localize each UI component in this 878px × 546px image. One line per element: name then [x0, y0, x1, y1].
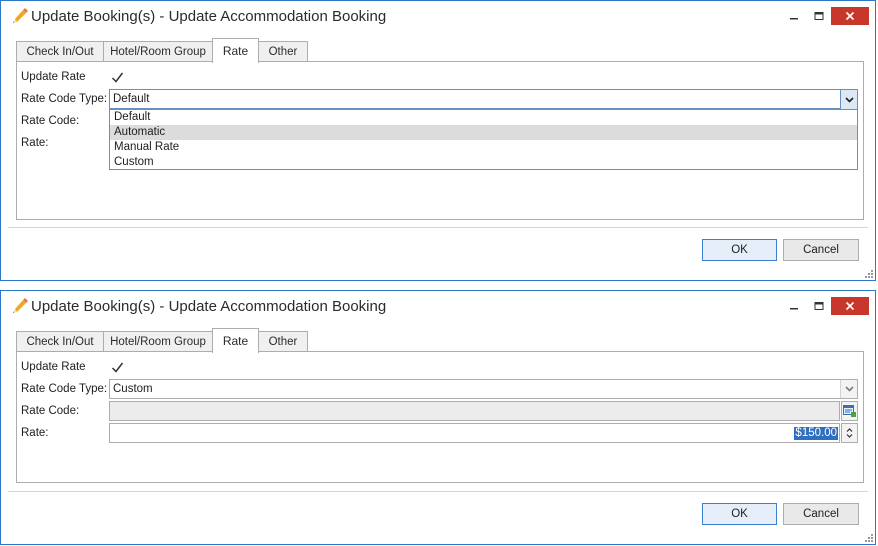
tab-hotel-room-group[interactable]: Hotel/Room Group — [103, 41, 213, 62]
rate-code-type-label: Rate Code Type: — [21, 383, 108, 395]
window-title: Update Booking(s) - Update Accommodation… — [31, 298, 387, 315]
rate-code-type-value: Custom — [113, 383, 153, 395]
tab-rate[interactable]: Rate — [212, 38, 259, 63]
update-rate-label: Update Rate — [21, 71, 86, 83]
dropdown-option-automatic[interactable]: Automatic — [110, 125, 857, 140]
checkmark-icon — [111, 72, 124, 83]
cancel-button[interactable]: Cancel — [783, 239, 859, 261]
title-bar[interactable]: Update Booking(s) - Update Accommodation… — [1, 1, 875, 33]
title-bar[interactable]: Update Booking(s) - Update Accommodation… — [1, 291, 875, 323]
cancel-button[interactable]: Cancel — [783, 503, 859, 525]
rate-code-lookup-button[interactable] — [841, 401, 858, 421]
rate-code-label: Rate Code: — [21, 115, 80, 127]
tab-check-in-out[interactable]: Check In/Out — [16, 41, 104, 62]
ok-button[interactable]: OK — [702, 239, 777, 261]
rate-spinner[interactable] — [841, 423, 858, 443]
rate-code-type-select[interactable]: Default — [109, 89, 858, 111]
rate-value-selected: $150.00 — [794, 427, 838, 440]
rate-label: Rate: — [21, 137, 49, 149]
update-rate-checkbox[interactable] — [111, 361, 124, 374]
chevron-down-icon — [844, 386, 854, 392]
spin-up-down-icon — [846, 428, 853, 438]
update-booking-dialog-dropdown-state: Update Booking(s) - Update Accommodation… — [0, 0, 876, 281]
rate-code-type-dropdown-button[interactable] — [840, 89, 858, 111]
window-title: Update Booking(s) - Update Accommodation… — [31, 8, 387, 25]
tab-hotel-room-group[interactable]: Hotel/Room Group — [103, 331, 213, 352]
button-divider — [8, 491, 868, 492]
rate-input[interactable]: $150.00 — [109, 423, 840, 443]
ok-button[interactable]: OK — [702, 503, 777, 525]
rate-code-type-dropdown-list: Default Automatic Manual Rate Custom — [109, 109, 858, 170]
close-icon — [845, 301, 855, 311]
rate-code-input — [109, 401, 840, 421]
pencil-icon — [11, 297, 29, 315]
resize-grip-icon[interactable] — [864, 533, 873, 542]
rate-code-type-value: Default — [113, 93, 150, 105]
maximize-icon — [814, 302, 824, 310]
rate-code-type-select[interactable]: Custom — [109, 379, 858, 399]
button-bar: OK Cancel — [1, 239, 877, 261]
close-button[interactable] — [831, 297, 869, 315]
tab-other[interactable]: Other — [258, 331, 308, 352]
maximize-icon — [814, 12, 824, 20]
rate-code-type-dropdown-button[interactable] — [840, 380, 857, 398]
update-rate-label: Update Rate — [21, 361, 86, 373]
resize-grip-icon[interactable] — [864, 269, 873, 278]
checkmark-icon — [111, 362, 124, 373]
close-button[interactable] — [831, 7, 869, 25]
tab-other[interactable]: Other — [258, 41, 308, 62]
pencil-icon — [11, 7, 29, 25]
rate-tab-page: Update Rate Rate Code Type: Default Rate… — [16, 61, 864, 220]
dropdown-option-default[interactable]: Default — [110, 110, 857, 125]
update-rate-checkbox[interactable] — [111, 71, 124, 84]
close-icon — [845, 11, 855, 21]
dropdown-option-custom[interactable]: Custom — [110, 155, 857, 170]
rate-code-label: Rate Code: — [21, 405, 80, 417]
minimize-icon — [790, 18, 798, 20]
button-bar: OK Cancel — [1, 503, 877, 525]
lookup-list-icon — [843, 405, 856, 417]
chevron-down-icon — [844, 97, 854, 103]
minimize-icon — [790, 308, 798, 310]
maximize-button[interactable] — [804, 297, 834, 315]
button-divider — [8, 227, 868, 228]
rate-tab-page: Update Rate Rate Code Type: Custom Rate … — [16, 351, 864, 483]
maximize-button[interactable] — [804, 7, 834, 25]
tab-check-in-out[interactable]: Check In/Out — [16, 331, 104, 352]
rate-label: Rate: — [21, 427, 49, 439]
tab-rate[interactable]: Rate — [212, 328, 259, 353]
dropdown-option-manual-rate[interactable]: Manual Rate — [110, 140, 857, 155]
rate-code-type-label: Rate Code Type: — [21, 93, 108, 105]
update-booking-dialog-custom-state: Update Booking(s) - Update Accommodation… — [0, 290, 876, 545]
